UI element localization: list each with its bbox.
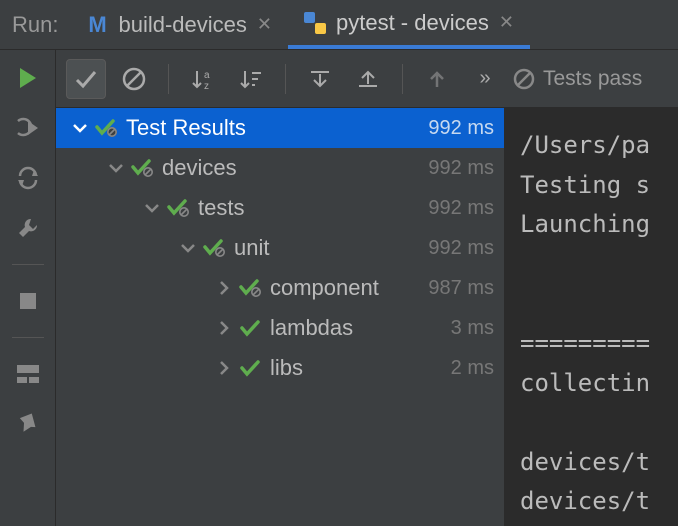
tab-label: pytest - devices <box>336 10 489 36</box>
tree-node-time: 987 ms <box>428 277 494 300</box>
show-passed-button[interactable] <box>66 59 106 99</box>
stop-icon[interactable] <box>14 287 42 315</box>
separator <box>12 264 44 265</box>
console-line <box>520 284 678 324</box>
tree-node-time: 992 ms <box>428 197 494 220</box>
tree-node-name: Test Results <box>126 115 428 141</box>
tree-row[interactable]: devices992 ms <box>56 148 504 188</box>
tree-node-name: devices <box>162 155 428 181</box>
tree-node-name: component <box>270 275 428 301</box>
chevron-down-icon[interactable] <box>178 243 198 253</box>
center-column: az » Tests pass Test Results992 <box>56 50 678 526</box>
tree-node-name: libs <box>270 355 451 381</box>
wrench-icon[interactable] <box>14 214 42 242</box>
test-toolbar: az » Tests pass <box>56 50 678 108</box>
console-line: devices/t <box>520 443 678 483</box>
tab-pytest-devices[interactable]: pytest - devices ✕ <box>288 0 530 49</box>
status-icon <box>238 279 262 297</box>
tests-summary: Tests pass <box>513 67 668 91</box>
more-button[interactable]: » <box>465 59 505 99</box>
tests-summary-text: Tests pass <box>543 67 642 91</box>
tree-row[interactable]: unit992 ms <box>56 228 504 268</box>
chevron-right-icon[interactable] <box>214 321 234 335</box>
show-ignored-button[interactable] <box>114 59 154 99</box>
toggle-auto-test-icon[interactable] <box>14 164 42 192</box>
status-icon <box>130 159 154 177</box>
tree-node-time: 992 ms <box>428 237 494 260</box>
prev-failed-button[interactable] <box>417 59 457 99</box>
close-icon[interactable]: ✕ <box>499 12 514 33</box>
test-tree[interactable]: Test Results992 msdevices992 mstests992 … <box>56 108 504 526</box>
run-tabs-bar: Run: M build-devices ✕ pytest - devices … <box>0 0 678 50</box>
separator <box>168 64 169 94</box>
tree-row[interactable]: libs2 ms <box>56 348 504 388</box>
tab-build-devices[interactable]: M build-devices ✕ <box>70 0 288 49</box>
status-icon <box>94 119 118 137</box>
console-line: ========= <box>520 324 678 364</box>
tree-row[interactable]: tests992 ms <box>56 188 504 228</box>
tree-row[interactable]: lambdas3 ms <box>56 308 504 348</box>
tree-node-name: lambdas <box>270 315 451 341</box>
console-output[interactable]: /Users/paTesting sLaunching =========col… <box>504 108 678 526</box>
close-icon[interactable]: ✕ <box>257 14 272 35</box>
sort-alpha-button[interactable]: az <box>183 59 223 99</box>
status-icon <box>238 320 262 336</box>
tree-row[interactable]: Test Results992 ms <box>56 108 504 148</box>
console-line: Launching <box>520 205 678 245</box>
run-label: Run: <box>0 12 70 38</box>
collapse-all-button[interactable] <box>348 59 388 99</box>
chevron-down-icon[interactable] <box>106 163 126 173</box>
console-line <box>520 403 678 443</box>
main-area: az » Tests pass Test Results992 <box>0 50 678 526</box>
chevron-right-icon[interactable] <box>214 281 234 295</box>
status-icon <box>202 239 226 257</box>
sort-duration-button[interactable] <box>231 59 271 99</box>
separator <box>285 64 286 94</box>
separator <box>402 64 403 94</box>
tree-node-name: tests <box>198 195 428 221</box>
svg-text:a: a <box>204 70 210 81</box>
console-line: collectin <box>520 364 678 404</box>
tree-output-split: Test Results992 msdevices992 mstests992 … <box>56 108 678 526</box>
console-line: /Users/pa <box>520 126 678 166</box>
console-line: Testing s <box>520 166 678 206</box>
expand-all-button[interactable] <box>300 59 340 99</box>
tree-node-time: 2 ms <box>451 357 494 380</box>
tree-node-time: 992 ms <box>428 117 494 140</box>
chevron-right-icon[interactable] <box>214 361 234 375</box>
layout-icon[interactable] <box>14 360 42 388</box>
chevron-down-icon[interactable] <box>142 203 162 213</box>
svg-text:z: z <box>204 81 209 92</box>
tree-row[interactable]: component987 ms <box>56 268 504 308</box>
console-line: devices/t <box>520 482 678 522</box>
console-line <box>520 245 678 285</box>
pin-icon[interactable] <box>14 410 42 438</box>
tree-node-time: 992 ms <box>428 157 494 180</box>
run-icon[interactable] <box>14 64 42 92</box>
chevron-down-icon[interactable] <box>70 123 90 133</box>
tab-label: build-devices <box>118 12 246 38</box>
separator <box>12 337 44 338</box>
tree-node-time: 3 ms <box>451 317 494 340</box>
rerun-failed-icon[interactable] <box>14 114 42 142</box>
python-icon <box>304 12 326 34</box>
status-icon <box>166 199 190 217</box>
status-icon <box>238 360 262 376</box>
no-entry-icon <box>513 68 535 90</box>
makefile-icon: M <box>86 14 108 36</box>
run-gutter <box>0 50 56 526</box>
tree-node-name: unit <box>234 235 428 261</box>
